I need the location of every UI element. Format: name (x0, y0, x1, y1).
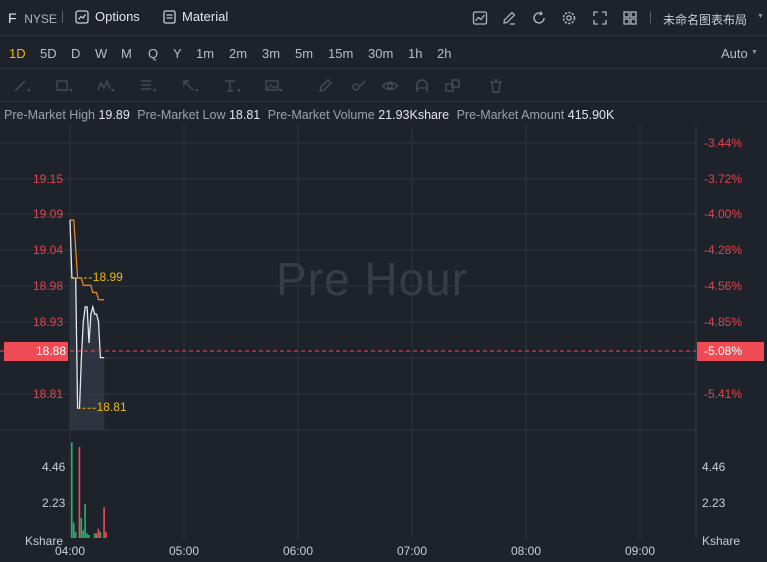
percent-axis-label: -4.56% (704, 279, 743, 293)
volume-bars (71, 442, 107, 538)
percent-axis-label: -4.85% (704, 315, 743, 329)
time-axis-label: 06:00 (283, 544, 314, 558)
volume-unit-label: Kshare (702, 534, 741, 548)
price-axis-label: 19.15 (33, 172, 64, 186)
volume-bar (99, 531, 102, 538)
volume-bar (95, 533, 98, 538)
time-axis-label: 04:00 (55, 544, 86, 558)
volume-bar (97, 528, 100, 538)
volume-bar (86, 533, 88, 538)
price-axis-label: 19.04 (33, 243, 64, 257)
volume-bar (72, 522, 75, 538)
volume-bar (88, 534, 90, 538)
price-axis-label: 18.98 (33, 279, 64, 293)
volume-axis-label: 2.23 (702, 496, 726, 510)
current-price-tag: 18.88 (4, 342, 68, 361)
percent-axis-label: -3.44% (704, 136, 743, 150)
price-axis-label: 19.09 (33, 207, 64, 221)
volume-axis-label: 4.46 (702, 460, 726, 474)
volume-bar (78, 446, 81, 538)
percent-axis-label: -5.41% (704, 387, 743, 401)
volume-bar (103, 507, 105, 538)
volume-bar (84, 504, 86, 538)
time-axis-label: 05:00 (169, 544, 200, 558)
volume-bar (93, 533, 96, 538)
price-axis-label: 18.81 (33, 387, 64, 401)
volume-bar (74, 531, 77, 538)
percent-axis-label: -4.28% (704, 243, 743, 257)
session-high-label: 18.99 (92, 270, 123, 284)
price-axis-label: 18.93 (33, 315, 64, 329)
volume-bar (80, 517, 83, 538)
volume-bar (82, 530, 84, 538)
percent-axis-label: -3.72% (704, 172, 743, 186)
volume-bar (71, 442, 73, 538)
volume-bar (105, 531, 107, 538)
percent-axis-label: -4.00% (704, 207, 743, 221)
volume-axis-label: 2.23 (42, 496, 66, 510)
time-axis-label: 09:00 (625, 544, 656, 558)
time-axis-label: 07:00 (397, 544, 428, 558)
volume-axis-label: 4.46 (42, 460, 66, 474)
session-low-label: 18.81 (96, 400, 127, 415)
time-axis-label: 08:00 (511, 544, 542, 558)
current-percent-tag: -5.08% (697, 342, 764, 361)
grid (0, 126, 696, 538)
